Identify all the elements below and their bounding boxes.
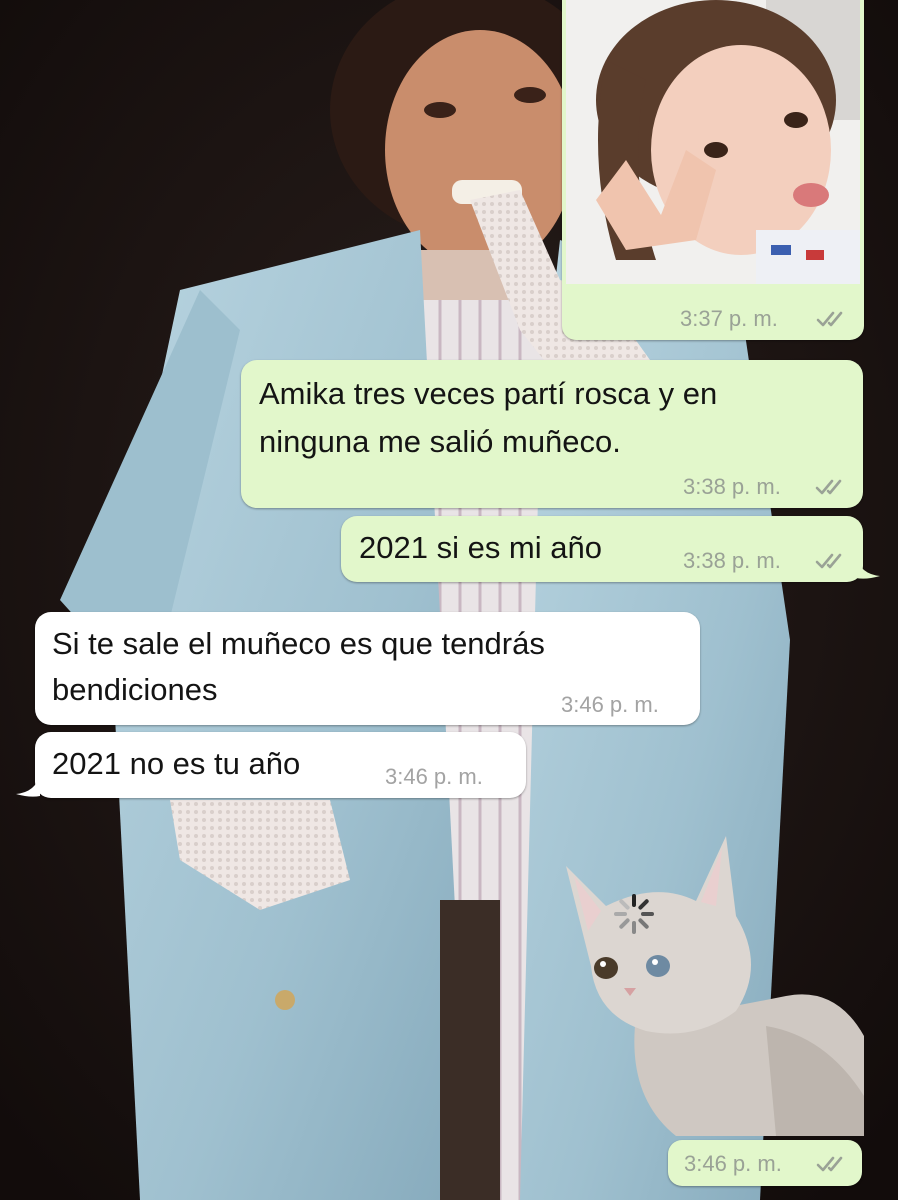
message-timestamp: 3:46 p. m.: [385, 764, 483, 789]
photo-message[interactable]: 3:37 p. m.: [562, 0, 864, 340]
loading-cat-sticker[interactable]: [566, 836, 864, 1136]
read-double-check-icon: [816, 1156, 843, 1172]
outgoing-message[interactable]: Amika tres veces partí rosca y en ningun…: [241, 360, 863, 508]
bubble-tail: [16, 774, 40, 797]
message-text-line: bendiciones: [52, 672, 218, 707]
message-timestamp: 3:37 p. m.: [680, 306, 778, 331]
outgoing-message[interactable]: 2021 si es mi año 3:38 p. m.: [341, 516, 863, 582]
read-double-check-icon: [815, 479, 842, 495]
incoming-message[interactable]: Si te sale el muñeco es que tendrás bend…: [35, 612, 700, 725]
read-double-check-icon: [816, 311, 843, 327]
message-timestamp: 3:38 p. m.: [683, 474, 781, 499]
read-double-check-icon: [815, 553, 842, 569]
message-timestamp: 3:46 p. m.: [561, 692, 659, 717]
message-timestamp: 3:38 p. m.: [683, 548, 781, 573]
message-text-line: Si te sale el muñeco es que tendrás: [52, 626, 545, 661]
child-photo-thumbnail[interactable]: [566, 0, 860, 284]
incoming-message[interactable]: 2021 no es tu año 3:46 p. m.: [35, 732, 526, 798]
message-text-line: ninguna me salió muñeco.: [259, 424, 621, 459]
message-text-line: 2021 si es mi año: [359, 530, 602, 565]
message-text-line: 2021 no es tu año: [52, 746, 301, 781]
sticker-timestamp-pill: 3:46 p. m.: [668, 1140, 862, 1186]
message-timestamp: 3:46 p. m.: [684, 1151, 782, 1176]
message-text-line: Amika tres veces partí rosca y en: [259, 376, 718, 411]
bubble-tail: [856, 556, 880, 579]
